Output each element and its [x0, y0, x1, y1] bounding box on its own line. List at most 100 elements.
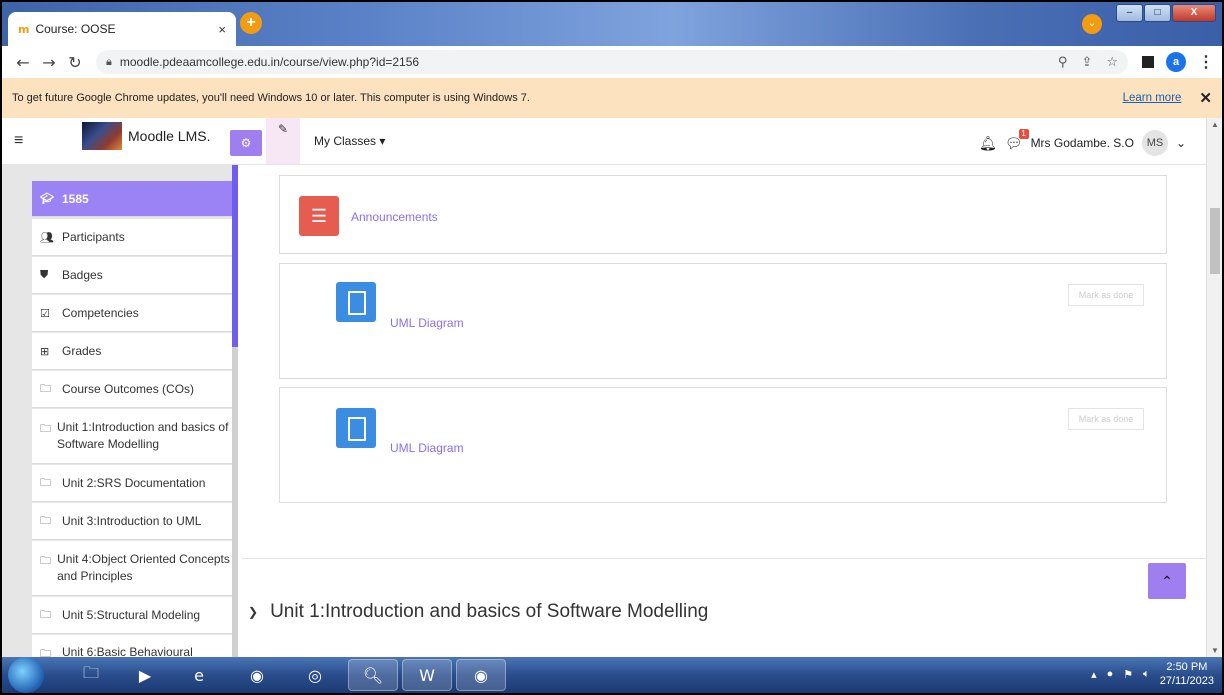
- bookmark-star-icon[interactable]: ☆: [1106, 55, 1118, 70]
- url-text: moodle.pdeaamcollege.edu.in/course/view.…: [119, 55, 420, 69]
- mark-as-done-button[interactable]: Mark as done: [1068, 408, 1144, 430]
- activity-link-announcements[interactable]: Announcements: [351, 210, 438, 224]
- browser-tab[interactable]: m Course: OOSE ×: [8, 12, 236, 46]
- section-heading[interactable]: ❯ Unit 1:Introduction and basics of Soft…: [248, 601, 708, 623]
- back-arrow-icon[interactable]: ←: [10, 53, 36, 72]
- messages-icon[interactable]: 💬︎ 1: [1005, 128, 1029, 152]
- scroll-down-arrow-icon[interactable]: ▼: [1207, 646, 1222, 655]
- section-divider: [242, 558, 1206, 559]
- drawer-item-label: Unit 3:Introduction to UML: [62, 514, 202, 528]
- profile-avatar[interactable]: a: [1166, 52, 1186, 72]
- infobar-message: To get future Google Chrome updates, you…: [12, 92, 530, 104]
- lock-icon[interactable]: 🔒︎: [106, 56, 112, 69]
- drawer-item-course-home[interactable]: 🎓︎ 1585: [32, 181, 232, 217]
- user-name[interactable]: Mrs Godambe. S.O: [1031, 136, 1134, 150]
- tray-app-icon[interactable]: ●: [1107, 668, 1114, 680]
- show-hidden-icons-icon[interactable]: ▴: [1091, 668, 1097, 681]
- activity-card-announcements: ☰ Announcements: [279, 175, 1167, 254]
- notifications-bell-icon[interactable]: 🔔︎: [979, 135, 997, 152]
- user-menu-chevron-icon[interactable]: ⌄: [1176, 136, 1186, 150]
- chrome-taskbar-icon[interactable]: ◎: [290, 659, 340, 691]
- system-tray: ▴ ● ⚑ 🔈︎ 2:50 PM 27/11/2023: [1091, 660, 1214, 688]
- minimize-button[interactable]: –: [1116, 4, 1143, 22]
- clock-date: 27/11/2023: [1159, 675, 1214, 687]
- update-infobar: To get future Google Chrome updates, you…: [2, 78, 1222, 118]
- maximize-button[interactable]: □: [1144, 4, 1171, 22]
- drawer-item-course-outcomes[interactable]: 🗀 Course Outcomes (COs): [32, 371, 232, 408]
- action-center-flag-icon[interactable]: ⚑: [1123, 668, 1133, 681]
- tab-title: Course: OOSE: [35, 22, 116, 36]
- activity-link-uml-diagram[interactable]: UML Diagram: [390, 316, 464, 330]
- folder-icon: 🗀: [40, 554, 51, 567]
- firefox-taskbar-icon[interactable]: ◉: [232, 659, 282, 691]
- learn-more-link[interactable]: Learn more: [1123, 92, 1182, 104]
- my-classes-menu[interactable]: My Classes ▾: [314, 134, 385, 148]
- chevron-down-icon[interactable]: ❯: [248, 605, 258, 619]
- activity-link-uml-diagram[interactable]: UML Diagram: [390, 441, 464, 455]
- hamburger-menu-icon[interactable]: ≡: [14, 132, 23, 150]
- drawer-item-label: Unit 2:SRS Documentation: [62, 476, 206, 490]
- reload-icon[interactable]: ↻: [62, 53, 88, 72]
- file-icon[interactable]: [336, 282, 376, 322]
- activity-card-uml-diagram-2: UML Diagram Mark as done: [279, 387, 1167, 503]
- table-icon: ⊞: [40, 344, 50, 358]
- moodle-page: ≡ Moodle LMS. ⚙ ✎ My Classes ▾ 🔔︎ 💬︎ 1 Mr…: [2, 118, 1222, 657]
- drawer-item-label: Unit 1:Introduction and basics of Softwa…: [57, 420, 229, 451]
- internet-explorer-taskbar-icon[interactable]: e: [174, 659, 224, 691]
- drawer-item-unit-4[interactable]: 🗀 Unit 4:Object Oriented Concepts and Pr…: [32, 541, 232, 596]
- drawer-item-label: 1585: [62, 191, 89, 206]
- side-panel-icon[interactable]: [1142, 56, 1154, 68]
- drawer-item-label: Grades: [62, 344, 102, 358]
- drawer-item-competencies[interactable]: ☑ Competencies: [32, 295, 232, 332]
- drawer-scrollbar[interactable]: [232, 165, 238, 657]
- page-scrollbar[interactable]: ▲ ▼: [1206, 118, 1222, 657]
- menu-kebab-icon[interactable]: ⋮: [1198, 52, 1214, 72]
- drawer-item-unit-1[interactable]: 🗀 Unit 1:Introduction and basics of Soft…: [32, 409, 232, 464]
- page-scroll-thumb[interactable]: [1210, 208, 1220, 274]
- new-tab-button[interactable]: +: [240, 12, 262, 34]
- drawer-item-unit-3[interactable]: 🗀 Unit 3:Introduction to UML: [32, 503, 232, 540]
- close-window-button[interactable]: X: [1172, 4, 1216, 22]
- user-avatar[interactable]: MS: [1141, 130, 1168, 156]
- media-player-taskbar-icon[interactable]: ▶: [120, 659, 170, 691]
- moodle-navbar: ≡ Moodle LMS. ⚙ ✎ My Classes ▾ 🔔︎ 💬︎ 1 Mr…: [2, 118, 1206, 165]
- chrome-active-taskbar-icon[interactable]: ◉: [456, 659, 506, 691]
- volume-icon[interactable]: 🔈︎: [1143, 668, 1150, 681]
- folder-icon: 🗀: [40, 647, 51, 657]
- announcement-forum-icon[interactable]: ☰: [299, 196, 339, 236]
- settings-cog-button[interactable]: ⚙: [230, 130, 262, 156]
- magnifier-taskbar-icon[interactable]: 🔍︎: [348, 659, 398, 691]
- tab-search-button[interactable]: ⌄: [1082, 14, 1102, 34]
- drawer-item-unit-5[interactable]: 🗀 Unit 5:Structural Modeling: [32, 597, 232, 634]
- site-brand[interactable]: Moodle LMS.: [128, 128, 210, 144]
- drawer-scroll-thumb[interactable]: [232, 165, 238, 347]
- drawer-item-unit-6[interactable]: 🗀 Unit 6:Basic Behavioural: [32, 635, 232, 657]
- drawer-item-unit-2[interactable]: 🗀 Unit 2:SRS Documentation: [32, 465, 232, 502]
- infobar-close-icon[interactable]: ✕: [1199, 89, 1212, 107]
- drawer-item-label: Course Outcomes (COs): [62, 382, 195, 396]
- user-nav: 🔔︎ 💬︎ 1 Mrs Godambe. S.O MS ⌄: [979, 128, 1186, 156]
- drawer-item-label: Participants: [62, 230, 125, 244]
- drawer-item-badges[interactable]: ⛊ Badges: [32, 257, 232, 294]
- scroll-up-arrow-icon[interactable]: ▲: [1207, 120, 1222, 129]
- word-taskbar-icon[interactable]: W: [402, 659, 452, 691]
- file-icon[interactable]: [336, 408, 376, 448]
- explorer-taskbar-icon[interactable]: 🗀: [66, 659, 116, 691]
- taskbar-clock[interactable]: 2:50 PM 27/11/2023: [1160, 660, 1214, 688]
- folder-icon: 🗀: [40, 381, 51, 395]
- drawer-item-grades[interactable]: ⊞ Grades: [32, 333, 232, 370]
- forward-arrow-icon[interactable]: →: [36, 53, 62, 72]
- back-to-top-button[interactable]: ⌃: [1148, 563, 1186, 599]
- folder-icon: 🗀: [40, 607, 51, 621]
- site-logo[interactable]: [82, 122, 122, 150]
- mark-as-done-button[interactable]: Mark as done: [1068, 284, 1144, 306]
- checkbox-icon: ☑: [40, 306, 50, 320]
- drawer-item-label: Badges: [62, 268, 103, 282]
- address-bar[interactable]: 🔒︎ moodle.pdeaamcollege.edu.in/course/vi…: [96, 50, 1128, 74]
- zoom-icon[interactable]: ⚲: [1058, 55, 1068, 70]
- edit-mode-button[interactable]: ✎: [266, 118, 300, 164]
- drawer-item-participants[interactable]: 👥︎ Participants: [32, 219, 232, 256]
- close-tab-icon[interactable]: ×: [218, 22, 226, 37]
- start-button[interactable]: [8, 657, 44, 693]
- share-icon[interactable]: ⇪: [1081, 55, 1092, 70]
